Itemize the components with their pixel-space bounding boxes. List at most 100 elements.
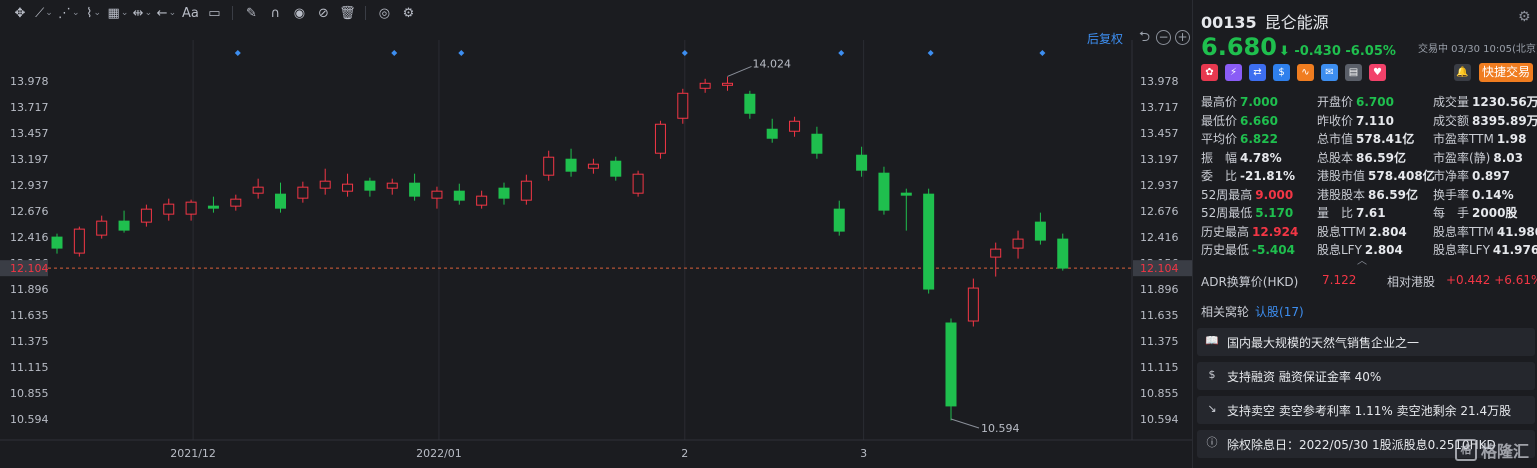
candle-body-up[interactable] (73, 228, 85, 254)
zoom-out-icon[interactable]: − (1156, 30, 1171, 45)
candle-body-down[interactable] (51, 236, 63, 249)
candle-body-up[interactable] (990, 248, 1002, 258)
candle-body-down[interactable] (364, 180, 376, 191)
chat-icon: ✉ (1325, 67, 1334, 78)
doc-badge[interactable]: ▤ (1345, 64, 1362, 81)
stat-label: 每 手 (1433, 206, 1470, 220)
y-tick-label-right: 12.416 (1140, 231, 1179, 244)
candle-body-up[interactable] (654, 123, 666, 154)
candle-body-down[interactable] (766, 128, 778, 139)
bell-icon[interactable]: 🔔 (1454, 64, 1471, 81)
candle-body-up[interactable] (587, 163, 599, 169)
chat-badge[interactable]: ✉ (1321, 64, 1338, 81)
candle-body-down[interactable] (610, 160, 622, 177)
gear-icon[interactable]: ⚙ (1518, 9, 1531, 25)
hk-flag-badge[interactable]: ✿ (1201, 64, 1218, 81)
candle-body-up[interactable] (319, 180, 331, 189)
candle-body-up[interactable] (386, 182, 398, 189)
candle-body-down[interactable] (878, 172, 890, 211)
logo-text: 格隆汇 (1481, 442, 1530, 461)
candle-body-up[interactable] (163, 203, 175, 215)
candle-body-up[interactable] (140, 208, 152, 223)
stat-item: 52周最高 9.000 (1201, 186, 1293, 203)
candle-body-down[interactable] (498, 187, 510, 199)
event-marker-icon[interactable] (681, 50, 688, 56)
event-marker-icon[interactable] (927, 50, 934, 56)
margin-badge[interactable]: ⚡ (1225, 64, 1242, 81)
premium-label: 相对港股 (1387, 275, 1436, 289)
adjust-mode-button[interactable]: 后复权 (1087, 30, 1123, 47)
candle-body-up[interactable] (632, 173, 644, 194)
event-marker-icon[interactable] (391, 50, 398, 56)
candle-body-down[interactable] (945, 322, 957, 407)
stat-item: 总市值 578.41亿 (1317, 130, 1414, 147)
candle-body-up[interactable] (96, 220, 108, 236)
candle-body-down[interactable] (900, 192, 912, 196)
candle-body-up[interactable] (431, 190, 443, 199)
candle-body-down[interactable] (275, 193, 286, 209)
event-marker-icon[interactable] (458, 50, 465, 56)
stat-item: 平均价 6.822 (1201, 130, 1278, 147)
info-row-short[interactable]: ↘ 支持卖空 卖空参考利率 1.11% 卖空池剩余 21.4万股 (1197, 396, 1535, 424)
candle-body-down[interactable] (453, 190, 465, 201)
info-row-margin[interactable]: $ 支持融资 融资保证金率 40% (1197, 362, 1535, 390)
short-sell-icon: ⇄ (1253, 67, 1262, 78)
y-tick-label-left: 10.855 (10, 387, 49, 400)
chevron-up-icon[interactable]: ︿ (1357, 252, 1367, 267)
candle-body-up[interactable] (252, 186, 264, 194)
high-annotation-label: 14.024 (753, 57, 792, 70)
candle-body-up[interactable] (476, 195, 488, 206)
zoom-in-icon[interactable]: + (1175, 30, 1190, 45)
candle-body-up[interactable] (722, 82, 733, 86)
stat-value: 8.03 (1493, 150, 1523, 165)
stat-item: 振 幅 4.78% (1201, 149, 1282, 166)
candle-body-down[interactable] (1034, 221, 1046, 241)
warrant-link[interactable]: 认股(17) (1255, 305, 1304, 319)
candle-body-up[interactable] (342, 183, 354, 192)
candle-body-up[interactable] (543, 156, 555, 176)
quick-trade-button[interactable]: 快捷交易 (1479, 63, 1533, 82)
candle-body-up[interactable] (230, 198, 242, 207)
candle-body-down[interactable] (1057, 238, 1069, 269)
dividend-badge[interactable]: $ (1273, 64, 1290, 81)
event-marker-icon[interactable] (838, 50, 845, 56)
short-badge[interactable]: ⇄ (1249, 64, 1266, 81)
candle-body-up[interactable] (789, 120, 801, 132)
candlestick-chart[interactable]: 13.978 13.978 13.717 13.717 13.457 13.457 13.1… (0, 0, 1192, 468)
candle-body-down[interactable] (565, 158, 577, 172)
candle-body-down[interactable] (833, 208, 845, 232)
candle-body-down[interactable] (207, 205, 219, 209)
candle-body-down[interactable] (856, 154, 868, 171)
stat-value: 86.59亿 (1368, 187, 1418, 202)
stat-item: 最高价 7.000 (1201, 93, 1278, 110)
candle-body-down[interactable] (744, 93, 756, 114)
candle-body-up[interactable] (967, 287, 979, 322)
heart-badge[interactable]: ♥ (1369, 64, 1386, 81)
y-tick-label-left: 11.635 (10, 309, 49, 322)
candle-body-down[interactable] (118, 220, 130, 231)
candle-body-up[interactable] (520, 180, 532, 201)
book-icon: 📖 (1205, 334, 1219, 347)
chart-down-icon: ↘ (1207, 402, 1217, 415)
candle-body-down[interactable] (923, 193, 935, 290)
stat-item: 市盈率TTM 1.98 (1433, 130, 1526, 147)
premium-value: +0.442 +6.61% (1446, 273, 1537, 287)
candle-body-up[interactable] (297, 186, 309, 199)
stat-value: 2.804 (1364, 243, 1403, 257)
event-marker-icon[interactable] (234, 50, 241, 56)
info-row-profile[interactable]: 📖 国内最大规模的天然气销售企业之一 (1197, 328, 1535, 356)
candle-body-down[interactable] (409, 182, 421, 197)
heart-icon: ♥ (1373, 67, 1382, 78)
chart-area[interactable]: ✥ ⟋ ⌄ ⋰ ⌄ ⌇ ⌄ ▦ ⌄ ⇹ ⌄ ← ⌄ Aa ▭ ✎ ∩ ◉ ⊘ 🗑 ◎ ⚙ 13.978 13.978 13.7… (0, 0, 1192, 468)
candle-body-down[interactable] (811, 133, 823, 154)
event-marker-icon[interactable] (1039, 50, 1046, 56)
stat-item: 总股本 86.59亿 (1317, 149, 1406, 166)
stats-row: 历史最高12.924 股息TTM2.804 股息率TTM41.980% (1201, 223, 1537, 242)
candle-body-up[interactable] (1012, 238, 1024, 249)
stock-code: 00135 (1201, 13, 1257, 32)
wave-badge[interactable]: ∿ (1297, 64, 1314, 81)
candle-body-up[interactable] (699, 82, 711, 89)
candle-body-up[interactable] (677, 92, 689, 119)
undo-icon[interactable]: ⮌ (1137, 30, 1152, 45)
candle-body-up[interactable] (185, 201, 197, 215)
